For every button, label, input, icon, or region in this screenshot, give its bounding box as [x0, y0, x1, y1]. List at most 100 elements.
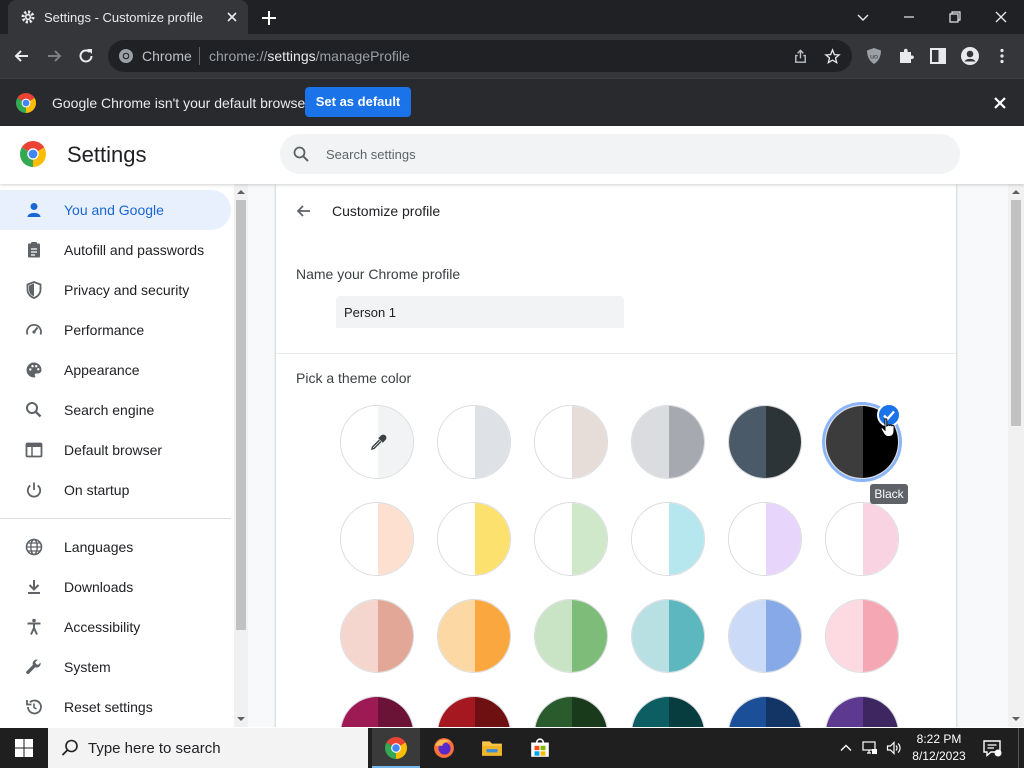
sidebar-item-search-engine[interactable]: Search engine — [0, 390, 231, 430]
clock-time: 8:22 PM — [916, 732, 962, 746]
menu-dots-icon[interactable] — [992, 46, 1012, 66]
theme-color-label: Pick a theme color — [296, 370, 412, 386]
theme-color-swatch[interactable] — [437, 696, 511, 727]
theme-color-swatch[interactable] — [340, 502, 414, 576]
clock-date: 8/12/2023 — [912, 749, 966, 763]
bookmark-star-icon[interactable] — [824, 48, 841, 65]
set-as-default-button[interactable]: Set as default — [305, 87, 411, 117]
main-scrollbar-thumb[interactable] — [1011, 200, 1021, 426]
windows-start-icon[interactable] — [14, 738, 34, 758]
scroll-down-arrow-icon[interactable] — [1012, 715, 1020, 723]
sidebar-item-on-startup[interactable]: On startup — [0, 470, 231, 510]
extensions-puzzle-icon[interactable] — [896, 46, 916, 66]
theme-color-swatch[interactable] — [728, 502, 802, 576]
sidebar-item-downloads[interactable]: Downloads — [0, 567, 231, 607]
tab-search-chevron-icon[interactable] — [853, 7, 873, 27]
profile-name-input[interactable] — [336, 296, 624, 328]
new-tab-icon[interactable] — [259, 8, 279, 28]
scroll-up-arrow-icon[interactable] — [237, 188, 245, 196]
scroll-down-arrow-icon[interactable] — [237, 715, 245, 723]
folder-icon — [482, 741, 502, 756]
sidebar-scrollbar-thumb[interactable] — [236, 200, 246, 630]
swatch-left-half — [729, 697, 766, 727]
theme-color-swatch[interactable] — [437, 405, 511, 479]
theme-color-swatch[interactable] — [631, 599, 705, 673]
sidebar-scrollbar[interactable] — [234, 184, 248, 727]
theme-color-swatch[interactable] — [631, 405, 705, 479]
sidebar-item-languages[interactable]: Languages — [0, 527, 231, 567]
close-tab-icon[interactable] — [224, 9, 240, 25]
reload-icon[interactable] — [76, 46, 96, 66]
card-divider — [276, 353, 956, 354]
swatch-left-half — [729, 600, 766, 672]
swatch-right-half — [669, 406, 704, 478]
theme-color-swatch[interactable] — [728, 696, 802, 727]
taskbar-file-explorer-app[interactable] — [468, 728, 516, 768]
theme-color-swatch[interactable] — [437, 502, 511, 576]
taskbar-firefox-app[interactable] — [420, 728, 468, 768]
theme-color-swatch[interactable] — [825, 502, 899, 576]
theme-color-swatch[interactable] — [534, 599, 608, 673]
custom-color-picker-swatch[interactable] — [340, 405, 414, 479]
theme-color-swatch[interactable] — [437, 599, 511, 673]
theme-color-swatch[interactable] — [340, 599, 414, 673]
theme-color-swatch[interactable] — [631, 502, 705, 576]
active-tab[interactable]: Settings - Customize profile — [8, 0, 248, 34]
swatch-left-half — [438, 697, 475, 727]
sidebar-item-accessibility[interactable]: Accessibility — [0, 607, 231, 647]
page-title: Customize profile — [332, 203, 441, 219]
sidebar-item-label: Autofill and passwords — [64, 242, 205, 258]
sidebar-item-performance[interactable]: Performance — [0, 310, 231, 350]
taskbar-chrome-app[interactable] — [372, 728, 420, 768]
hand-cursor-icon — [880, 418, 895, 437]
theme-color-swatch[interactable] — [728, 405, 802, 479]
theme-color-swatch[interactable] — [825, 696, 899, 727]
theme-color-swatch[interactable] — [728, 599, 802, 673]
profile-avatar-icon[interactable] — [960, 46, 980, 66]
settings-main: Customize profile Name your Chrome profi… — [248, 184, 1024, 727]
sidebar-item-default-browser[interactable]: Default browser — [0, 430, 231, 470]
ublock-shield-icon[interactable]: uo — [864, 46, 884, 66]
address-bar[interactable]: Chrome chrome://settings/manageProfile — [108, 40, 852, 72]
scroll-up-arrow-icon[interactable] — [1012, 188, 1020, 196]
theme-color-swatch[interactable] — [534, 502, 608, 576]
share-icon[interactable] — [792, 48, 809, 65]
swatch-left-half — [535, 503, 572, 575]
sidebar-item-label: Default browser — [64, 442, 163, 458]
close-window-icon[interactable] — [991, 7, 1011, 27]
restore-icon[interactable] — [945, 7, 965, 27]
forward-icon[interactable] — [44, 46, 64, 66]
network-icon[interactable] — [862, 740, 878, 756]
theme-color-swatch[interactable] — [825, 599, 899, 673]
tray-chevron-up-icon[interactable] — [838, 740, 854, 756]
taskbar-search-box[interactable]: Type here to search — [48, 728, 368, 768]
theme-color-swatch[interactable] — [631, 696, 705, 727]
sidebar-item-appearance[interactable]: Appearance — [0, 350, 231, 390]
sidebar-item-reset-settings[interactable]: Reset settings — [0, 687, 231, 727]
minimize-icon[interactable] — [899, 7, 919, 27]
sidebar-item-autofill[interactable]: Autofill and passwords — [0, 230, 231, 270]
show-desktop-button[interactable] — [1018, 728, 1024, 768]
back-arrow-icon[interactable] — [294, 201, 314, 221]
swatch-left-half — [438, 503, 475, 575]
settings-search-box[interactable] — [280, 134, 960, 174]
sidebar-item-system[interactable]: System — [0, 647, 231, 687]
sidebar-item-privacy[interactable]: Privacy and security — [0, 270, 231, 310]
taskbar-store-app[interactable] — [516, 728, 564, 768]
settings-search-input[interactable] — [326, 144, 926, 164]
site-name: Chrome — [142, 48, 192, 64]
volume-icon[interactable] — [886, 740, 902, 756]
main-scrollbar[interactable] — [1008, 184, 1024, 727]
sidebar-item-you-and-google[interactable]: You and Google — [0, 190, 231, 230]
theme-color-swatch[interactable] — [534, 696, 608, 727]
theme-color-swatch[interactable] — [340, 696, 414, 727]
swatch-left-half — [729, 503, 766, 575]
close-infobar-icon[interactable] — [990, 93, 1010, 113]
chrome-logo-icon — [20, 141, 46, 167]
notifications-icon[interactable] — [982, 738, 1002, 758]
swatch-left-half — [535, 600, 572, 672]
back-icon[interactable] — [12, 46, 32, 66]
taskbar-clock[interactable]: 8:22 PM 8/12/2023 — [905, 731, 973, 765]
side-panel-icon[interactable] — [928, 46, 948, 66]
theme-color-swatch[interactable] — [534, 405, 608, 479]
